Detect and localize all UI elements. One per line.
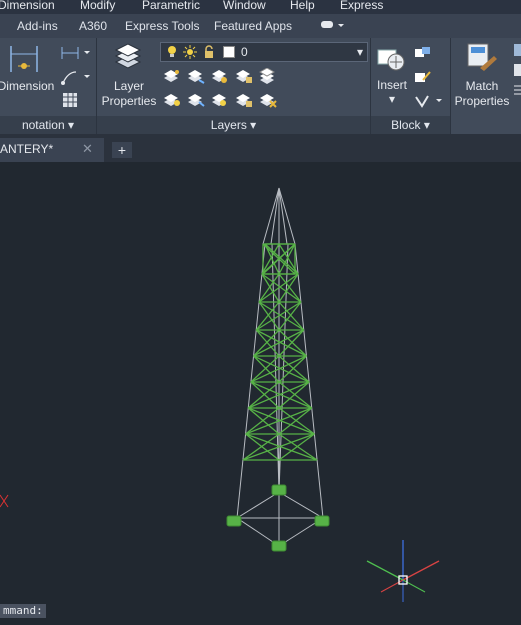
layer-tool-match-icon[interactable] bbox=[187, 68, 205, 89]
ribbon: Dimension notation ▾ Layer Properties 0 bbox=[0, 38, 521, 134]
menu-window[interactable]: Window bbox=[223, 0, 266, 11]
layer-tool-thaw-icon[interactable] bbox=[235, 92, 253, 113]
menu-help[interactable]: Help bbox=[290, 0, 315, 11]
panel-title-layers[interactable]: Layers ▾ bbox=[97, 116, 370, 134]
linear-dimension-icon[interactable] bbox=[60, 44, 90, 67]
menu-modify[interactable]: Modify bbox=[80, 0, 115, 11]
axis-fragment-icon bbox=[0, 494, 9, 508]
layer-name-value: 0 bbox=[241, 45, 248, 59]
menu-parametric[interactable]: Parametric bbox=[142, 0, 200, 11]
layer-tools-row-2 bbox=[163, 92, 283, 110]
panel-title-annotation[interactable]: notation ▾ bbox=[0, 116, 96, 134]
command-line[interactable]: mmand: bbox=[0, 604, 46, 618]
tab-add-ins[interactable]: Add-ins bbox=[17, 19, 58, 33]
layer-tool-freeze-icon[interactable] bbox=[163, 92, 181, 113]
layer-tool-lock-icon[interactable] bbox=[235, 68, 253, 89]
insert-dropdown-icon[interactable]: ▾ bbox=[372, 92, 412, 107]
plus-icon: + bbox=[117, 142, 127, 158]
layer-tool-isolate-icon[interactable] bbox=[211, 68, 229, 89]
layer-tools-row-1 bbox=[163, 67, 283, 89]
block-panel-label: Block bbox=[391, 118, 421, 132]
dimension-icon[interactable] bbox=[8, 44, 40, 79]
match-properties-label[interactable]: Match Properties bbox=[452, 79, 512, 109]
lightbulb-icon[interactable] bbox=[166, 45, 178, 62]
chevron-down-icon: ▾ bbox=[423, 118, 430, 132]
color-swatch-icon[interactable] bbox=[223, 46, 235, 58]
document-tab-bar: ANTERY* ✕ + bbox=[0, 134, 521, 162]
edit-attributes-icon[interactable] bbox=[414, 94, 444, 113]
annotation-panel-label: notation bbox=[21, 118, 65, 132]
insert-block-icon[interactable] bbox=[376, 42, 408, 79]
chevron-down-icon: ▾ bbox=[250, 118, 257, 132]
layer-properties-label[interactable]: Layer Properties bbox=[100, 79, 158, 109]
document-tab[interactable]: ANTERY* ✕ bbox=[0, 138, 104, 162]
layer-properties-icon[interactable] bbox=[113, 42, 143, 77]
table-icon[interactable] bbox=[62, 92, 78, 113]
tab-a360[interactable]: A360 bbox=[79, 19, 107, 33]
close-icon[interactable]: ✕ bbox=[82, 141, 93, 157]
ribbon-minimize-button[interactable] bbox=[320, 19, 346, 33]
layer-tool-delete-icon[interactable] bbox=[259, 92, 277, 113]
ucs-icon bbox=[366, 540, 440, 602]
ribbon-tabs: Add-ins A360 Express Tools Featured Apps bbox=[0, 14, 521, 38]
layer-tool-stack-icon[interactable] bbox=[258, 67, 277, 89]
tab-express-tools[interactable]: Express Tools bbox=[125, 19, 199, 33]
menu-bar: Dimension Modify Parametric Window Help … bbox=[0, 0, 521, 14]
leader-icon[interactable] bbox=[60, 68, 90, 91]
drawing-canvas[interactable] bbox=[0, 162, 521, 620]
create-block-icon[interactable] bbox=[414, 46, 432, 65]
tab-featured-apps[interactable]: Featured Apps bbox=[214, 19, 292, 33]
unlock-icon[interactable] bbox=[203, 45, 217, 62]
properties-edge-icon[interactable] bbox=[512, 42, 521, 107]
menu-dimension[interactable]: Dimension bbox=[0, 0, 55, 11]
layers-panel-label: Layers bbox=[210, 118, 247, 132]
layer-dropdown[interactable]: 0 ▾ bbox=[160, 42, 368, 62]
insert-label[interactable]: Insert bbox=[372, 78, 412, 93]
new-tab-button[interactable]: + bbox=[112, 142, 132, 158]
layer-tool-make-current-icon[interactable] bbox=[163, 68, 181, 89]
menu-express[interactable]: Express bbox=[340, 0, 383, 11]
chevron-down-icon: ▾ bbox=[68, 118, 75, 132]
match-properties-icon[interactable] bbox=[466, 42, 498, 79]
layer-tool-walk-icon[interactable] bbox=[187, 92, 205, 113]
tower-model bbox=[0, 187, 440, 602]
sun-icon[interactable] bbox=[183, 45, 197, 62]
panel-title-block[interactable]: Block ▾ bbox=[371, 116, 450, 134]
document-tab-title: ANTERY* bbox=[0, 142, 54, 156]
edit-block-icon[interactable] bbox=[414, 70, 432, 89]
dimension-label[interactable]: Dimension bbox=[0, 79, 56, 94]
layer-tool-off-icon[interactable] bbox=[211, 92, 229, 113]
dropdown-arrow-icon[interactable]: ▾ bbox=[357, 45, 363, 59]
